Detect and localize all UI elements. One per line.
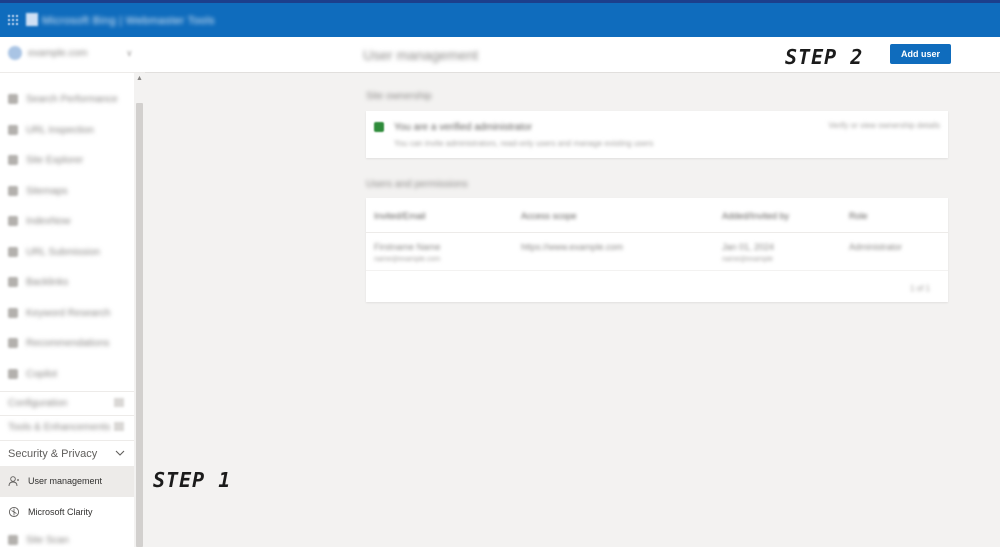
user-name: Firstname Name <box>374 242 441 252</box>
clarity-icon <box>8 506 20 518</box>
user-access-scope: https://www.example.com <box>521 242 624 252</box>
add-user-button[interactable]: Add user <box>890 44 951 64</box>
sidebar-nav: Search Performance URL Inspection Site E… <box>0 85 134 390</box>
sidebar-item-label: User management <box>28 476 103 486</box>
chevron-down-icon[interactable]: ∨ <box>126 48 133 59</box>
chevron-down-icon <box>114 398 124 407</box>
ownership-details-link[interactable]: Verify or view ownership details <box>828 121 940 130</box>
user-role: Administrator <box>849 242 903 252</box>
chevron-down-icon <box>115 450 125 456</box>
sidebar: example.com ∨ ▲ Search Performance URL I… <box>0 37 145 547</box>
bulb-icon <box>8 338 18 348</box>
sidebar-item-label: Backlinks <box>26 277 69 288</box>
sidebar-item-label: Search Performance <box>26 94 118 105</box>
chevron-down-icon <box>114 422 124 431</box>
scrollbar-thumb[interactable] <box>136 103 143 547</box>
sidebar-item-search-performance[interactable]: Search Performance <box>0 85 134 116</box>
search-icon <box>8 124 18 135</box>
folder-icon <box>8 155 18 165</box>
sidebar-item-site-explorer[interactable]: Site Explorer <box>0 146 134 177</box>
user-added-by: name@example <box>722 256 774 263</box>
sidebar-section-security-privacy[interactable]: Security & Privacy <box>0 440 134 466</box>
sidebar-item-url-submission[interactable]: URL Submission <box>0 238 134 269</box>
sidebar-item-indexnow[interactable]: IndexNow <box>0 207 134 238</box>
sidebar-item-label: Recommendations <box>26 338 110 349</box>
sidebar-item-site-scan[interactable]: Site Scan <box>0 530 134 547</box>
scan-icon <box>8 535 18 545</box>
scroll-up-arrow-icon[interactable]: ▲ <box>134 75 145 82</box>
sidebar-item-label: Site Scan <box>26 535 69 546</box>
sidebar-item-label: Microsoft Clarity <box>28 507 93 517</box>
sidebar-item-url-inspection[interactable]: URL Inspection <box>0 116 134 147</box>
user-icon <box>8 476 19 487</box>
app-title[interactable]: Microsoft Bing | Webmaster Tools <box>42 15 215 27</box>
ownership-section-label: Site ownership <box>366 91 432 102</box>
verified-badge-icon <box>374 122 384 132</box>
sidebar-item-user-management[interactable]: User management <box>0 466 134 497</box>
users-section-label: Users and permissions <box>366 179 468 190</box>
sitemap-icon <box>8 185 18 196</box>
sidebar-item-label: Site Explorer <box>26 155 84 166</box>
ownership-description: You can invite administrators, read-only… <box>394 139 654 148</box>
column-header-added-by[interactable]: Added/Invited by <box>722 211 789 221</box>
keyword-icon <box>8 307 18 318</box>
sidebar-section-label: Configuration <box>8 398 68 409</box>
user-added-date: Jan 01, 2024 <box>722 242 775 252</box>
sidebar-item-keyword-research[interactable]: Keyword Research <box>0 299 134 330</box>
top-bar: Microsoft Bing | Webmaster Tools <box>0 0 1000 37</box>
sidebar-item-label: URL Submission <box>26 246 101 258</box>
column-header-role[interactable]: Role <box>849 211 868 221</box>
app-launcher-icon[interactable] <box>8 15 18 25</box>
sidebar-section-configuration[interactable]: Configuration <box>0 391 134 415</box>
sidebar-section-label: Security & Privacy <box>8 448 98 460</box>
page-title: User management <box>363 47 479 63</box>
column-header-access-scope[interactable]: Access scope <box>521 211 577 221</box>
sidebar-item-backlinks[interactable]: Backlinks <box>0 268 134 299</box>
sidebar-item-label: URL Inspection <box>26 124 94 136</box>
sidebar-item-microsoft-clarity[interactable]: Microsoft Clarity <box>0 497 134 528</box>
chart-icon <box>8 94 18 104</box>
link-icon <box>8 277 18 287</box>
sidebar-scrollbar[interactable]: ▲ <box>134 73 145 547</box>
user-email: name@example.com <box>374 256 441 263</box>
column-header-email[interactable]: Invited/Email <box>374 211 426 221</box>
site-avatar <box>8 46 22 60</box>
index-icon <box>8 216 18 226</box>
sidebar-item-label: IndexNow <box>26 216 71 227</box>
site-selector[interactable]: example.com ∨ <box>0 37 145 73</box>
table-row-divider <box>366 270 948 271</box>
sidebar-item-label: Keyword Research <box>26 307 111 319</box>
table-pager[interactable]: 1 of 1 <box>910 284 930 293</box>
microsoft-logo-icon <box>26 13 38 26</box>
users-table: Invited/Email Access scope Added/Invited… <box>366 198 948 302</box>
sidebar-item-sitemaps[interactable]: Sitemaps <box>0 177 134 208</box>
ownership-card: You are a verified administrator You can… <box>366 111 948 158</box>
sidebar-item-copilot[interactable]: Copilot <box>0 360 134 391</box>
page-header: User management Add user <box>145 37 1000 73</box>
sidebar-section-label: Tools & Enhancements <box>8 422 111 433</box>
sidebar-section-tools[interactable]: Tools & Enhancements <box>0 415 134 439</box>
annotation-step-2: STEP 2 <box>785 45 864 69</box>
ownership-title: You are a verified administrator <box>394 122 533 133</box>
upload-icon <box>8 246 18 257</box>
annotation-step-1: STEP 1 <box>153 468 232 492</box>
sidebar-item-label: Copilot <box>26 368 58 380</box>
sidebar-item-label: Sitemaps <box>26 185 68 197</box>
table-header-divider <box>366 232 948 233</box>
copilot-icon <box>8 368 18 379</box>
sidebar-item-recommendations[interactable]: Recommendations <box>0 329 134 360</box>
site-name: example.com <box>28 48 88 59</box>
